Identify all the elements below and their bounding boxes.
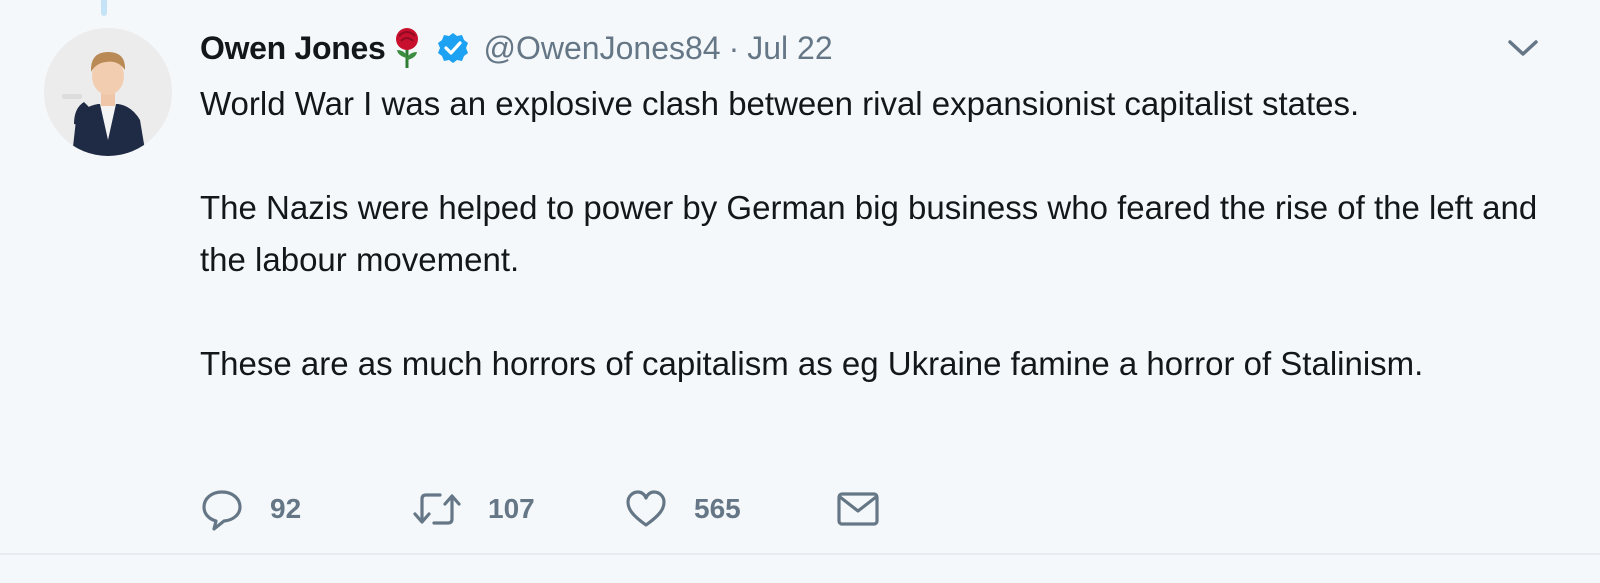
retweet-icon [412,487,462,531]
tweet-actions: 92 107 565 [200,484,880,534]
reply-count: 92 [270,493,302,524]
rose-icon [390,26,424,70]
retweet-count: 107 [488,493,535,524]
like-button[interactable]: 565 [624,487,836,531]
envelope-icon [836,487,880,531]
reply-icon [200,487,244,531]
chevron-down-icon[interactable] [1506,36,1540,60]
heart-icon [624,487,668,531]
tweet-date[interactable]: Jul 22 [747,30,832,67]
tweet-paragraph: These are as much horrors of capitalism … [200,345,1424,382]
avatar[interactable] [44,28,172,156]
retweet-button[interactable]: 107 [412,487,624,531]
direct-message-button[interactable] [836,487,880,531]
like-count: 565 [694,493,741,524]
tweet-paragraph: World War I was an explosive clash betwe… [200,85,1360,122]
tweet-text: World War I was an explosive clash betwe… [200,78,1560,390]
tweet-paragraph: The Nazis were helped to power by German… [200,189,1538,278]
tweet[interactable]: Owen Jones @OwenJones84 · Jul 22 World W… [0,0,1600,553]
author-handle[interactable]: @OwenJones84 [484,30,721,67]
verified-badge-icon [436,31,470,65]
tweet-header: Owen Jones @OwenJones84 · Jul 22 [200,26,833,70]
author-name[interactable]: Owen Jones [200,30,386,67]
reply-button[interactable]: 92 [200,487,412,531]
separator-dot: · [728,29,740,66]
tweet-divider [0,553,1600,555]
